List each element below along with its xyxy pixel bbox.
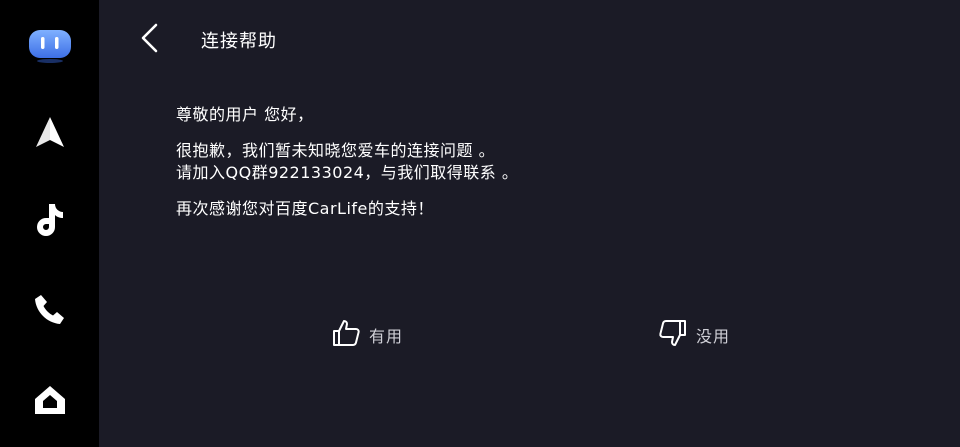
sidebar-item-carlife-app[interactable] bbox=[0, 16, 99, 80]
thumbs-up-icon bbox=[331, 318, 361, 352]
sidebar bbox=[0, 0, 99, 447]
useful-button[interactable]: 有用 bbox=[331, 318, 403, 352]
main-panel: 连接帮助 尊敬的用户 您好， 很抱歉，我们暂未知晓您爱车的连接问题 。 请加入Q… bbox=[99, 0, 960, 447]
apology-text: 很抱歉，我们暂未知晓您爱车的连接问题 。 bbox=[176, 141, 496, 160]
thumbs-down-icon bbox=[658, 318, 688, 352]
sidebar-item-home[interactable] bbox=[0, 370, 99, 434]
sidebar-item-phone[interactable] bbox=[0, 280, 99, 344]
greeting-text: 尊敬的用户 您好， bbox=[176, 105, 314, 124]
chevron-left-icon bbox=[139, 22, 161, 58]
closing-text: 再次感谢您对百度CarLife的支持！ bbox=[176, 199, 434, 218]
carlife-app-icon bbox=[27, 28, 73, 68]
music-note-icon bbox=[33, 201, 67, 243]
navigation-icon bbox=[33, 115, 67, 155]
back-button[interactable] bbox=[133, 22, 167, 58]
home-icon bbox=[33, 383, 67, 421]
sidebar-item-navigation[interactable] bbox=[0, 103, 99, 167]
sidebar-item-music[interactable] bbox=[0, 190, 99, 254]
contact-text: 请加入QQ群922133024，与我们取得联系 。 bbox=[176, 163, 519, 182]
page-title: 连接帮助 bbox=[201, 31, 277, 52]
help-message: 尊敬的用户 您好， 很抱歉，我们暂未知晓您爱车的连接问题 。 请加入QQ群922… bbox=[176, 104, 876, 220]
useless-label: 没用 bbox=[696, 327, 731, 346]
phone-icon bbox=[33, 293, 67, 331]
useless-button[interactable]: 没用 bbox=[658, 318, 730, 352]
useful-label: 有用 bbox=[369, 327, 404, 346]
